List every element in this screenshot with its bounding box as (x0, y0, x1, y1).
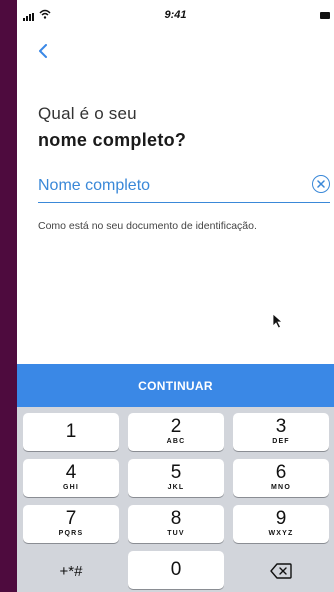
key-9[interactable]: 9 WXYZ (233, 505, 329, 543)
key-letters: JKL (167, 484, 185, 491)
key-6[interactable]: 6 MNO (233, 459, 329, 497)
key-letters: TUV (167, 530, 185, 537)
key-digit: 8 (170, 508, 182, 529)
mouse-cursor-icon (272, 313, 284, 329)
question-emphasis: nome completo? (38, 130, 187, 150)
key-digit: 1 (65, 421, 77, 442)
key-letters: GHI (62, 484, 80, 491)
key-digit: 7 (65, 508, 77, 529)
key-1[interactable]: 1 (23, 413, 119, 451)
key-0[interactable]: 0 (128, 551, 224, 589)
key-letters: DEF (272, 438, 290, 445)
key-8[interactable]: 8 TUV (128, 505, 224, 543)
clear-circle-icon (317, 180, 325, 188)
name-field (38, 172, 330, 203)
key-digit: 9 (275, 508, 287, 529)
numeric-keypad: 1 2 ABC 3 DEF 4 GHI 5 JKL 6 MNO 7 PQRS 8… (17, 407, 334, 592)
clear-input-button[interactable] (312, 175, 330, 193)
key-2[interactable]: 2 ABC (128, 413, 224, 451)
key-digit: 0 (170, 559, 182, 580)
question-text: Qual é o seu (38, 104, 137, 123)
key-letters: ABC (166, 438, 186, 445)
status-time: 9:41 (164, 9, 187, 21)
key-digit: 4 (65, 462, 77, 483)
key-7[interactable]: 7 PQRS (23, 505, 119, 543)
status-bar: 9:41 (17, 0, 334, 30)
key-5[interactable]: 5 JKL (128, 459, 224, 497)
key-digit: +*# (59, 563, 83, 580)
chevron-left-icon (39, 44, 47, 58)
continue-button[interactable]: CONTINUAR (17, 364, 334, 407)
helper-text: Como está no seu documento de identifica… (38, 220, 257, 232)
back-button[interactable] (33, 40, 53, 62)
full-name-input[interactable] (38, 174, 298, 198)
key-letters: WXYZ (268, 530, 294, 537)
key-digit: 3 (275, 416, 287, 437)
app-screen: 9:41 Qual é o seu nome completo? Como es… (17, 0, 334, 592)
key-4[interactable]: 4 GHI (23, 459, 119, 497)
backspace-icon (270, 563, 292, 579)
key-delete[interactable] (233, 551, 329, 589)
key-letters: PQRS (58, 530, 84, 537)
key-3[interactable]: 3 DEF (233, 413, 329, 451)
device-frame: 9:41 Qual é o seu nome completo? Como es… (0, 0, 334, 592)
key-digit: 2 (170, 416, 182, 437)
key-digit: 6 (275, 462, 287, 483)
key-letters: MNO (271, 484, 291, 491)
key-digit: 5 (170, 462, 182, 483)
battery-icon (320, 12, 330, 19)
key-symbols[interactable]: +*# (23, 551, 119, 589)
